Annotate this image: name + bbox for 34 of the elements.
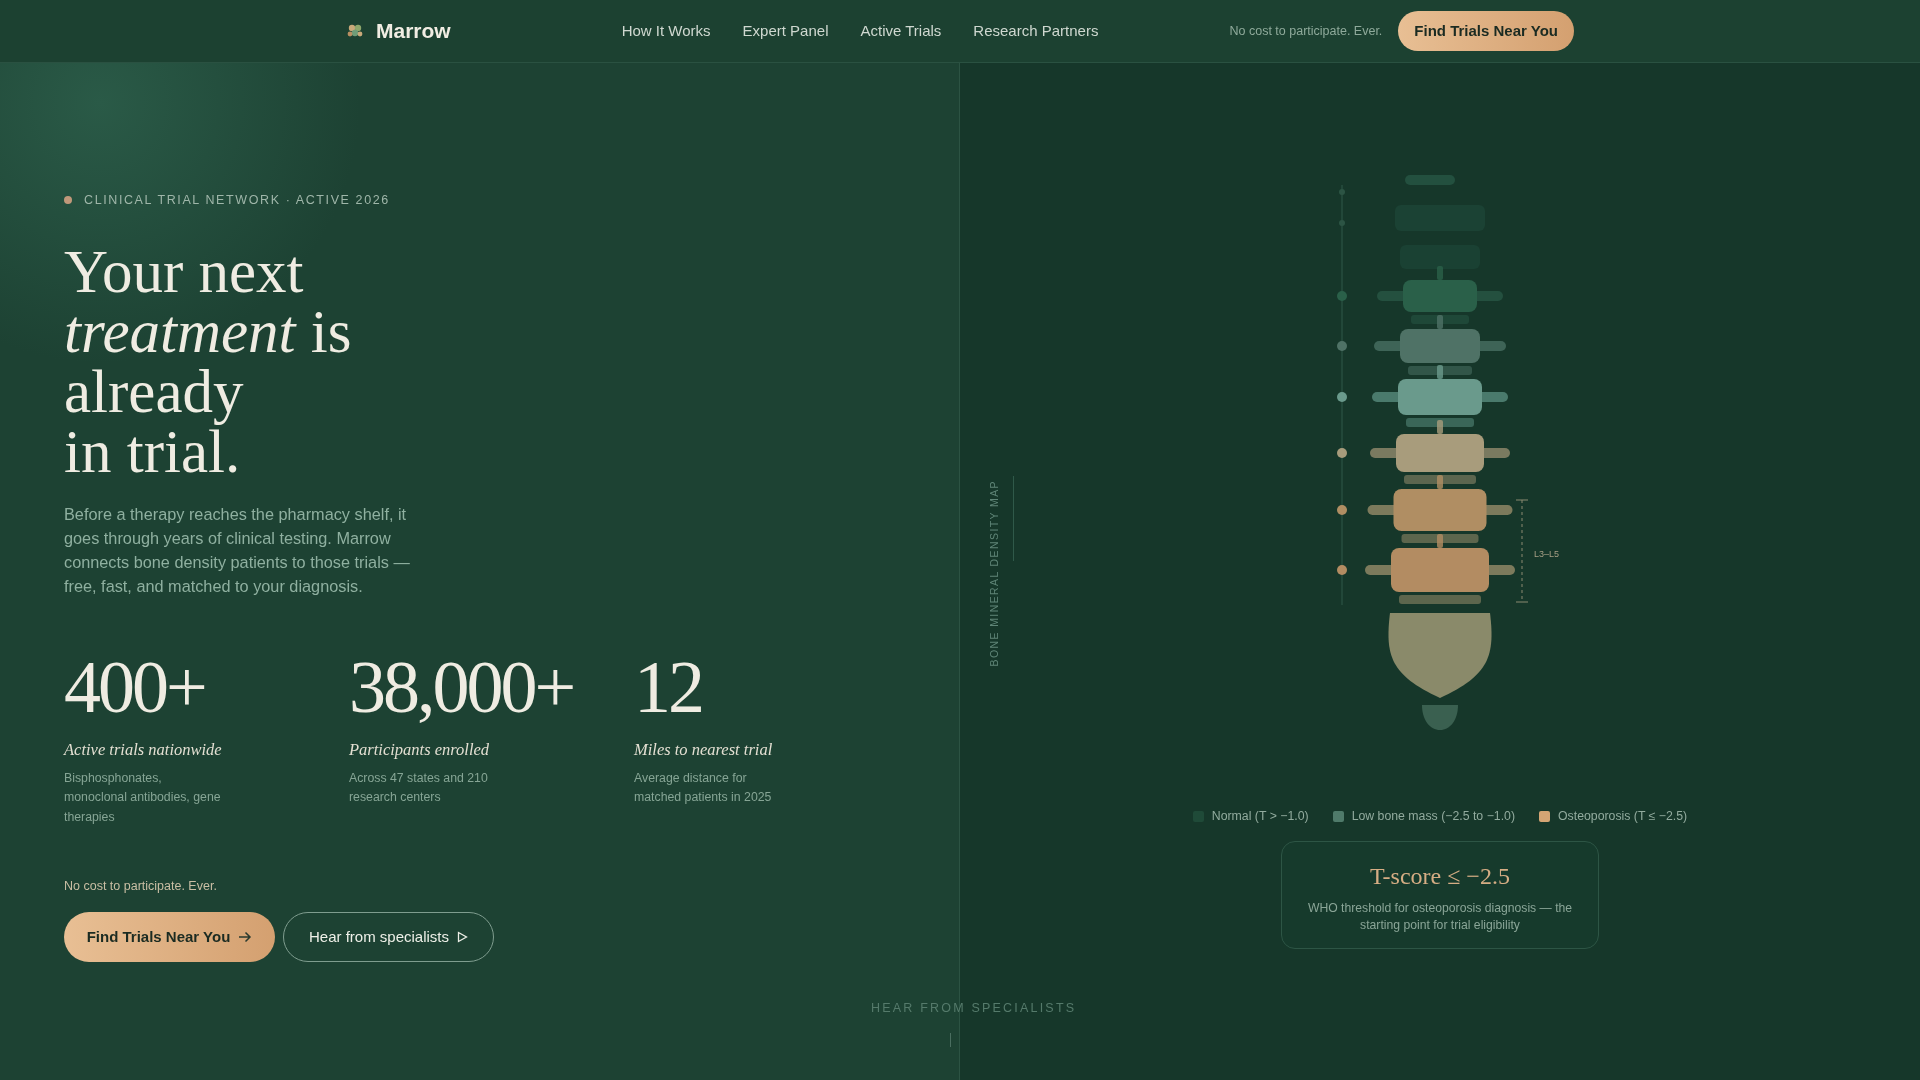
section-hint: HEAR FROM SPECIALISTS xyxy=(871,1000,1077,1017)
arrow-icon xyxy=(238,930,253,943)
find-trials-button[interactable]: Find Trials Near You xyxy=(64,911,275,962)
legend-label: Low bone mass (−2.5 to −1.0) xyxy=(1351,808,1515,825)
stat-detail: Across 47 states and 210 research centers xyxy=(349,769,489,806)
stat-value: 38,000+ xyxy=(349,649,575,724)
stat-label: Participants enrolled xyxy=(349,738,491,761)
eyebrow-label: CLINICAL TRIAL NETWORK · ACTIVE 2026 xyxy=(84,192,390,209)
brand-name[interactable]: Marrow xyxy=(376,15,451,47)
intro-paragraph: Before a therapy reaches the pharmacy shelf, it goes through years of clinical testing. Marrow connects bone density patients to those trials — free, fast, and matched to your diagnosis. xyxy=(64,503,411,597)
headline: Your next treatment is already in trial. xyxy=(64,241,353,482)
stat-detail: Average distance for matched patients in 2025 xyxy=(634,769,773,806)
find-trials-button[interactable]: Find Trials Near You xyxy=(1398,11,1574,51)
status-dot xyxy=(64,196,72,205)
flower-icon xyxy=(346,23,364,39)
nav-link[interactable]: Research Partners xyxy=(973,19,1099,43)
stat-value: 400+ xyxy=(64,649,206,724)
callout-text: WHO threshold for osteoporosis diagnosis — the starting point for trial eligibility xyxy=(1306,900,1574,935)
stat-label: Miles to nearest trial xyxy=(634,738,774,761)
legend-label: Osteoporosis (T ≤ −2.5) xyxy=(1558,808,1688,825)
callout-title: T-score ≤ −2.5 xyxy=(1369,862,1511,892)
specialists-button[interactable]: Hear from specialists xyxy=(283,911,494,962)
legend-label: Normal (T > −1.0) xyxy=(1211,808,1309,825)
tagline: No cost to participate. Ever. xyxy=(1229,22,1383,40)
play-icon xyxy=(457,930,468,943)
bracket-label: L3–L5 xyxy=(1534,549,1560,559)
nav-link[interactable]: Active Trials xyxy=(860,19,942,43)
nav-link[interactable]: Expert Panel xyxy=(742,19,829,43)
stat-value: 12 xyxy=(634,649,703,724)
nav-link[interactable]: How It Works xyxy=(621,19,711,43)
side-label: BONE MINERAL DENSITY MAP xyxy=(987,480,1002,667)
stat-label: Active trials nationwide xyxy=(64,738,223,761)
stat-detail: Bisphosphonates, monoclonal antibodies, gene therapies xyxy=(64,769,222,826)
cost-note: No cost to participate. Ever. xyxy=(64,878,218,895)
